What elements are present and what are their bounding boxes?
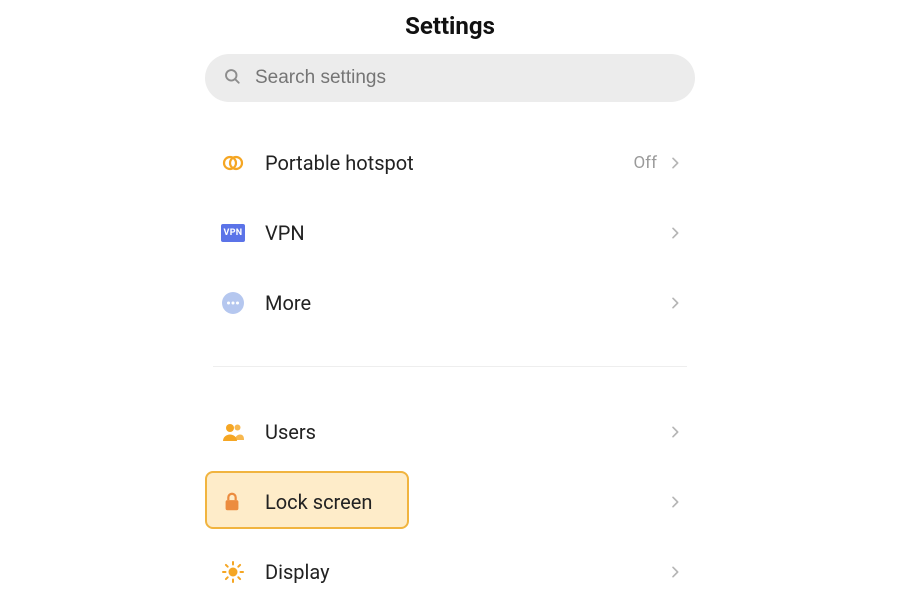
row-vpn[interactable]: VPN VPN	[205, 198, 695, 268]
lock-icon	[213, 491, 257, 513]
page-title: Settings	[205, 12, 695, 40]
display-icon	[213, 560, 257, 584]
search-icon	[223, 67, 241, 89]
chevron-right-icon	[667, 564, 687, 580]
chevron-right-icon	[667, 225, 687, 241]
section-divider	[213, 366, 687, 367]
row-users[interactable]: Users	[205, 397, 695, 467]
row-label: More	[257, 291, 667, 315]
row-label: Lock screen	[257, 490, 667, 514]
row-label: Users	[257, 420, 667, 444]
hotspot-icon	[213, 151, 257, 175]
more-icon	[213, 291, 257, 315]
chevron-right-icon	[667, 424, 687, 440]
row-label: Portable hotspot	[257, 151, 633, 175]
chevron-right-icon	[667, 295, 687, 311]
row-label: VPN	[257, 221, 667, 245]
row-display[interactable]: Display	[205, 537, 695, 607]
search-field[interactable]	[205, 54, 695, 102]
row-lock-screen[interactable]: Lock screen	[205, 467, 695, 537]
row-label: Display	[257, 560, 667, 584]
row-value: Off	[633, 153, 657, 173]
row-more[interactable]: More	[205, 268, 695, 338]
chevron-right-icon	[667, 494, 687, 510]
users-icon	[213, 420, 257, 444]
search-input[interactable]	[253, 66, 677, 90]
chevron-right-icon	[667, 155, 687, 171]
vpn-icon: VPN	[213, 224, 257, 242]
row-portable-hotspot[interactable]: Portable hotspot Off	[205, 128, 695, 198]
